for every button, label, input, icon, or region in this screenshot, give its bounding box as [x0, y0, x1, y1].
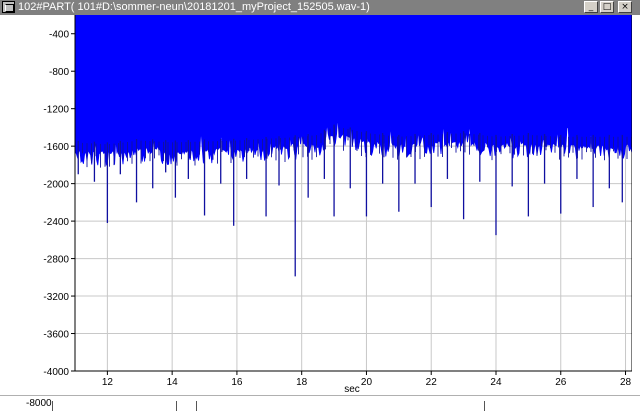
y-tick-label: -3200	[43, 292, 69, 303]
x-tick-labels: 12 14 16 18 20 22 24 26 28	[102, 377, 632, 388]
x-tick-label: 22	[426, 377, 438, 388]
maximize-button[interactable]: □	[600, 1, 614, 13]
y-tick-label: -1200	[43, 105, 69, 116]
x-tick-label: 20	[361, 377, 373, 388]
right-edge	[632, 15, 640, 395]
window-titlebar: 102#PART( 101#D:\sommer-neun\20181201_my…	[0, 0, 640, 15]
window-title: 102#PART( 101#D:\sommer-neun\20181201_my…	[18, 1, 370, 13]
x-tick-label: 24	[490, 377, 502, 388]
app-icon[interactable]	[2, 1, 15, 13]
x-tick-label: 16	[231, 377, 243, 388]
y-tick-label: -3600	[43, 330, 69, 341]
y-tick-label: -1600	[43, 142, 69, 153]
minimize-button[interactable]: _	[584, 1, 598, 13]
y-tick-labels: -400 -800 -1200 -1600 -2000 -2400 -2800 -3200 -3…	[43, 30, 69, 378]
x-tick-label: 26	[555, 377, 567, 388]
y-tick-label: -800	[49, 67, 69, 78]
x-tick-label: 12	[102, 377, 114, 388]
close-button[interactable]: ×	[618, 1, 632, 13]
x-tick-label: 18	[296, 377, 308, 388]
y-tick-label: -4000	[43, 367, 69, 378]
lower-panel: -8000	[0, 395, 640, 411]
plot-area[interactable]: -400 -800 -1200 -1600 -2000 -2400 -2800 -3200 -3…	[0, 14, 640, 395]
x-tick-label: 28	[620, 377, 632, 388]
x-axis-label: sec	[344, 384, 360, 395]
waveform-chart[interactable]: -400 -800 -1200 -1600 -2000 -2400 -2800 -3200 -3…	[0, 14, 640, 395]
y-tick-label: -2400	[43, 217, 69, 228]
y-tick-label: -2000	[43, 180, 69, 191]
y-tick-label: -400	[49, 30, 69, 41]
x-tick-label: 14	[167, 377, 179, 388]
lower-panel-y-label: -8000	[26, 398, 52, 409]
y-tick-label: -2800	[43, 255, 69, 266]
